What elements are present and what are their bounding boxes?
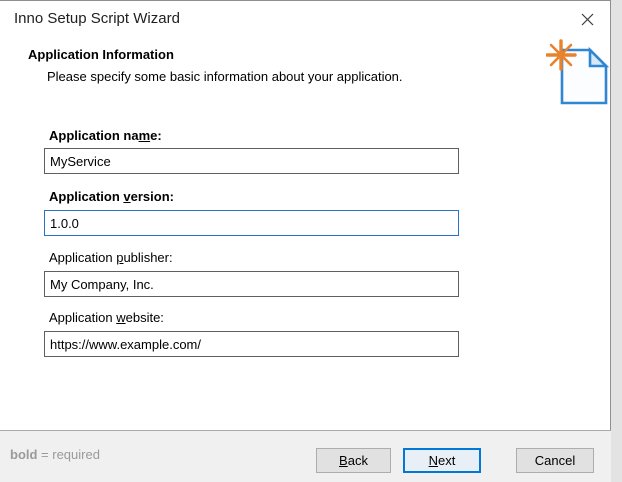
new-script-file-icon [546, 39, 610, 107]
window-title: Inno Setup Script Wizard [14, 10, 180, 27]
note-bold-part: bold [10, 447, 37, 462]
note-rest-part: = required [37, 447, 100, 462]
window-edge-shadow [611, 0, 622, 482]
accelerator-char: N [429, 453, 438, 468]
label-text: ersion: [131, 189, 174, 204]
button-label: Cancel [535, 453, 575, 468]
close-icon [581, 13, 594, 26]
accelerator-char: w [116, 310, 125, 325]
screenshot-stage: Inno Setup Script Wizard Application Inf… [0, 0, 622, 482]
application-version-input[interactable] [44, 210, 459, 236]
label-text: ebsite: [126, 310, 164, 325]
application-name-label: Application name: [49, 128, 162, 143]
accelerator-char: B [339, 453, 348, 468]
button-label: ext [438, 453, 455, 468]
application-name-input[interactable] [44, 148, 459, 174]
label-text: Application [49, 310, 116, 325]
page-subtitle: Please specify some basic information ab… [47, 69, 403, 84]
cancel-button[interactable]: Cancel [516, 448, 594, 473]
accelerator-char: v [123, 189, 130, 204]
title-bar: Inno Setup Script Wizard [0, 1, 610, 37]
footer-bar: bold = required Back Next Cancel [0, 430, 611, 482]
close-button[interactable] [572, 5, 602, 33]
label-text: Application na [49, 128, 139, 143]
label-text: ublisher: [123, 250, 172, 265]
label-text: Application [49, 189, 123, 204]
wizard-window: Inno Setup Script Wizard Application Inf… [0, 0, 611, 482]
application-publisher-label: Application publisher: [49, 250, 173, 265]
label-text: e: [150, 128, 162, 143]
button-label: ack [348, 453, 368, 468]
application-publisher-input[interactable] [44, 271, 459, 297]
accelerator-char: m [139, 128, 151, 143]
label-text: Application [49, 250, 116, 265]
application-version-label: Application version: [49, 189, 174, 204]
back-button[interactable]: Back [316, 448, 391, 473]
next-button[interactable]: Next [403, 448, 481, 473]
bold-required-note: bold = required [10, 447, 100, 462]
application-website-label: Application website: [49, 310, 164, 325]
application-website-input[interactable] [44, 331, 459, 357]
page-title: Application Information [28, 47, 174, 62]
